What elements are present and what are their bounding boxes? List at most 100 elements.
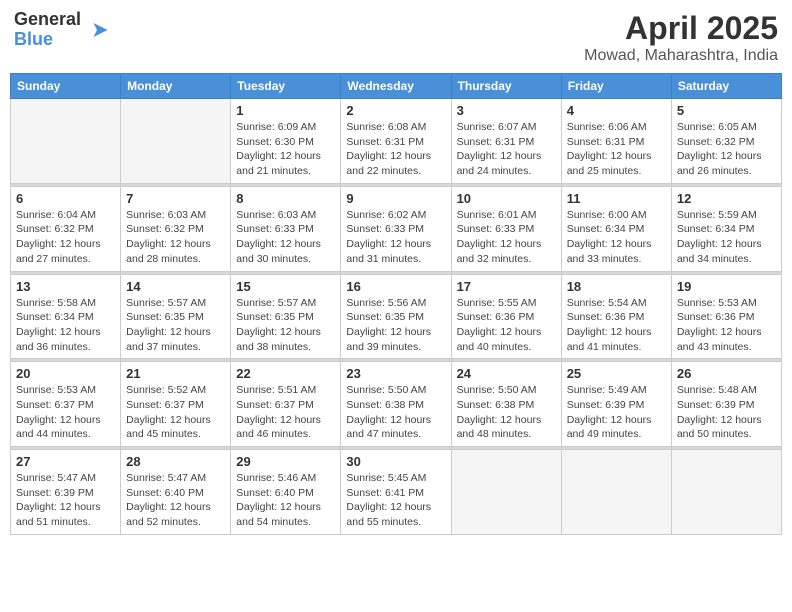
calendar-cell: 8 Sunrise: 6:03 AM Sunset: 6:33 PM Daylig…: [231, 186, 341, 271]
day-number: 28: [126, 454, 225, 469]
month-title: April 2025: [584, 10, 778, 47]
day-info: Sunrise: 5:53 AM Sunset: 6:36 PM Dayligh…: [677, 296, 776, 355]
day-number: 6: [16, 191, 115, 206]
weekday-header: Wednesday: [341, 74, 451, 99]
calendar-cell: 1Sunrise: 6:09 AM Sunset: 6:30 PM Daylig…: [231, 99, 341, 184]
day-info: Sunrise: 6:08 AM Sunset: 6:31 PM Dayligh…: [346, 120, 445, 179]
day-number: 8: [236, 191, 335, 206]
day-info: Sunrise: 5:51 AM Sunset: 6:37 PM Dayligh…: [236, 383, 335, 442]
day-number: 16: [346, 279, 445, 294]
calendar-cell: 5 Sunrise: 6:05 AM Sunset: 6:32 PM Daylig…: [671, 99, 781, 184]
day-info: Sunrise: 5:58 AM Sunset: 6:34 PM Dayligh…: [16, 296, 115, 355]
day-number: 14: [126, 279, 225, 294]
page-header: GeneralBlue April 2025 Mowad, Maharashtr…: [10, 10, 782, 65]
calendar-cell: 11 Sunrise: 6:00 AM Sunset: 6:34 PM Dayli…: [561, 186, 671, 271]
title-block: April 2025 Mowad, Maharashtra, India: [584, 10, 778, 65]
day-number: 2: [346, 103, 445, 118]
calendar-week-row: 1Sunrise: 6:09 AM Sunset: 6:30 PM Daylig…: [11, 99, 782, 184]
calendar-cell: 20Sunrise: 5:53 AM Sunset: 6:37 PM Dayli…: [11, 362, 121, 447]
calendar-cell: 15 Sunrise: 5:57 AM Sunset: 6:35 PM Dayli…: [231, 274, 341, 359]
day-info: Sunrise: 6:05 AM Sunset: 6:32 PM Dayligh…: [677, 120, 776, 179]
calendar-cell: [451, 450, 561, 535]
calendar-cell: 29 Sunrise: 5:46 AM Sunset: 6:40 PM Dayli…: [231, 450, 341, 535]
logo-blue: Blue: [14, 29, 53, 49]
day-info: Sunrise: 5:57 AM Sunset: 6:35 PM Dayligh…: [126, 296, 225, 355]
calendar-cell: 30 Sunrise: 5:45 AM Sunset: 6:41 PM Dayli…: [341, 450, 451, 535]
day-number: 4: [567, 103, 666, 118]
day-number: 23: [346, 366, 445, 381]
day-number: 7: [126, 191, 225, 206]
calendar-cell: 26 Sunrise: 5:48 AM Sunset: 6:39 PM Dayli…: [671, 362, 781, 447]
day-info: Sunrise: 5:59 AM Sunset: 6:34 PM Dayligh…: [677, 208, 776, 267]
day-number: 13: [16, 279, 115, 294]
day-info: Sunrise: 6:02 AM Sunset: 6:33 PM Dayligh…: [346, 208, 445, 267]
location-title: Mowad, Maharashtra, India: [584, 47, 778, 65]
day-number: 26: [677, 366, 776, 381]
day-info: Sunrise: 5:56 AM Sunset: 6:35 PM Dayligh…: [346, 296, 445, 355]
calendar-cell: 3 Sunrise: 6:07 AM Sunset: 6:31 PM Daylig…: [451, 99, 561, 184]
calendar-cell: 6 Sunrise: 6:04 AM Sunset: 6:32 PM Daylig…: [11, 186, 121, 271]
day-number: 30: [346, 454, 445, 469]
day-number: 3: [457, 103, 556, 118]
logo: GeneralBlue: [14, 10, 111, 50]
day-info: Sunrise: 6:03 AM Sunset: 6:33 PM Dayligh…: [236, 208, 335, 267]
day-number: 27: [16, 454, 115, 469]
calendar-cell: 13 Sunrise: 5:58 AM Sunset: 6:34 PM Dayli…: [11, 274, 121, 359]
calendar-cell: 2 Sunrise: 6:08 AM Sunset: 6:31 PM Daylig…: [341, 99, 451, 184]
day-number: 5: [677, 103, 776, 118]
day-info: Sunrise: 5:55 AM Sunset: 6:36 PM Dayligh…: [457, 296, 556, 355]
calendar-cell: 12 Sunrise: 5:59 AM Sunset: 6:34 PM Dayli…: [671, 186, 781, 271]
weekday-header: Sunday: [11, 74, 121, 99]
day-number: 12: [677, 191, 776, 206]
calendar-cell: 17 Sunrise: 5:55 AM Sunset: 6:36 PM Dayli…: [451, 274, 561, 359]
day-number: 11: [567, 191, 666, 206]
calendar-table: SundayMondayTuesdayWednesdayThursdayFrid…: [10, 73, 782, 535]
day-number: 24: [457, 366, 556, 381]
day-info: Sunrise: 6:09 AM Sunset: 6:30 PM Dayligh…: [236, 120, 335, 179]
day-info: Sunrise: 5:52 AM Sunset: 6:37 PM Dayligh…: [126, 383, 225, 442]
calendar-cell: 9 Sunrise: 6:02 AM Sunset: 6:33 PM Daylig…: [341, 186, 451, 271]
day-number: 18: [567, 279, 666, 294]
weekday-header: Saturday: [671, 74, 781, 99]
day-info: Sunrise: 5:48 AM Sunset: 6:39 PM Dayligh…: [677, 383, 776, 442]
day-info: Sunrise: 5:53 AM Sunset: 6:37 PM Dayligh…: [16, 383, 115, 442]
day-info: Sunrise: 6:04 AM Sunset: 6:32 PM Dayligh…: [16, 208, 115, 267]
day-info: Sunrise: 5:50 AM Sunset: 6:38 PM Dayligh…: [457, 383, 556, 442]
day-number: 15: [236, 279, 335, 294]
calendar-cell: 19 Sunrise: 5:53 AM Sunset: 6:36 PM Dayli…: [671, 274, 781, 359]
day-number: 22: [236, 366, 335, 381]
calendar-cell: 22 Sunrise: 5:51 AM Sunset: 6:37 PM Dayli…: [231, 362, 341, 447]
day-number: 29: [236, 454, 335, 469]
calendar-cell: [561, 450, 671, 535]
calendar-week-row: 13 Sunrise: 5:58 AM Sunset: 6:34 PM Dayli…: [11, 274, 782, 359]
calendar-cell: 14 Sunrise: 5:57 AM Sunset: 6:35 PM Dayli…: [121, 274, 231, 359]
day-info: Sunrise: 5:54 AM Sunset: 6:36 PM Dayligh…: [567, 296, 666, 355]
calendar-cell: 21Sunrise: 5:52 AM Sunset: 6:37 PM Dayli…: [121, 362, 231, 447]
day-number: 19: [677, 279, 776, 294]
weekday-header: Friday: [561, 74, 671, 99]
calendar-cell: [121, 99, 231, 184]
day-info: Sunrise: 6:00 AM Sunset: 6:34 PM Dayligh…: [567, 208, 666, 267]
day-info: Sunrise: 6:03 AM Sunset: 6:32 PM Dayligh…: [126, 208, 225, 267]
day-number: 10: [457, 191, 556, 206]
calendar-cell: 18 Sunrise: 5:54 AM Sunset: 6:36 PM Dayli…: [561, 274, 671, 359]
calendar-week-row: 6 Sunrise: 6:04 AM Sunset: 6:32 PM Daylig…: [11, 186, 782, 271]
calendar-cell: 4Sunrise: 6:06 AM Sunset: 6:31 PM Daylig…: [561, 99, 671, 184]
day-info: Sunrise: 5:46 AM Sunset: 6:40 PM Dayligh…: [236, 471, 335, 530]
day-info: Sunrise: 5:45 AM Sunset: 6:41 PM Dayligh…: [346, 471, 445, 530]
day-number: 25: [567, 366, 666, 381]
day-info: Sunrise: 5:50 AM Sunset: 6:38 PM Dayligh…: [346, 383, 445, 442]
day-info: Sunrise: 5:47 AM Sunset: 6:40 PM Dayligh…: [126, 471, 225, 530]
day-info: Sunrise: 5:57 AM Sunset: 6:35 PM Dayligh…: [236, 296, 335, 355]
calendar-cell: 16 Sunrise: 5:56 AM Sunset: 6:35 PM Dayli…: [341, 274, 451, 359]
calendar-cell: 7 Sunrise: 6:03 AM Sunset: 6:32 PM Daylig…: [121, 186, 231, 271]
calendar-header-row: SundayMondayTuesdayWednesdayThursdayFrid…: [11, 74, 782, 99]
weekday-header: Thursday: [451, 74, 561, 99]
day-number: 9: [346, 191, 445, 206]
day-info: Sunrise: 6:07 AM Sunset: 6:31 PM Dayligh…: [457, 120, 556, 179]
calendar-cell: [11, 99, 121, 184]
day-number: 17: [457, 279, 556, 294]
calendar-cell: 24 Sunrise: 5:50 AM Sunset: 6:38 PM Dayli…: [451, 362, 561, 447]
day-info: Sunrise: 5:47 AM Sunset: 6:39 PM Dayligh…: [16, 471, 115, 530]
day-info: Sunrise: 6:01 AM Sunset: 6:33 PM Dayligh…: [457, 208, 556, 267]
